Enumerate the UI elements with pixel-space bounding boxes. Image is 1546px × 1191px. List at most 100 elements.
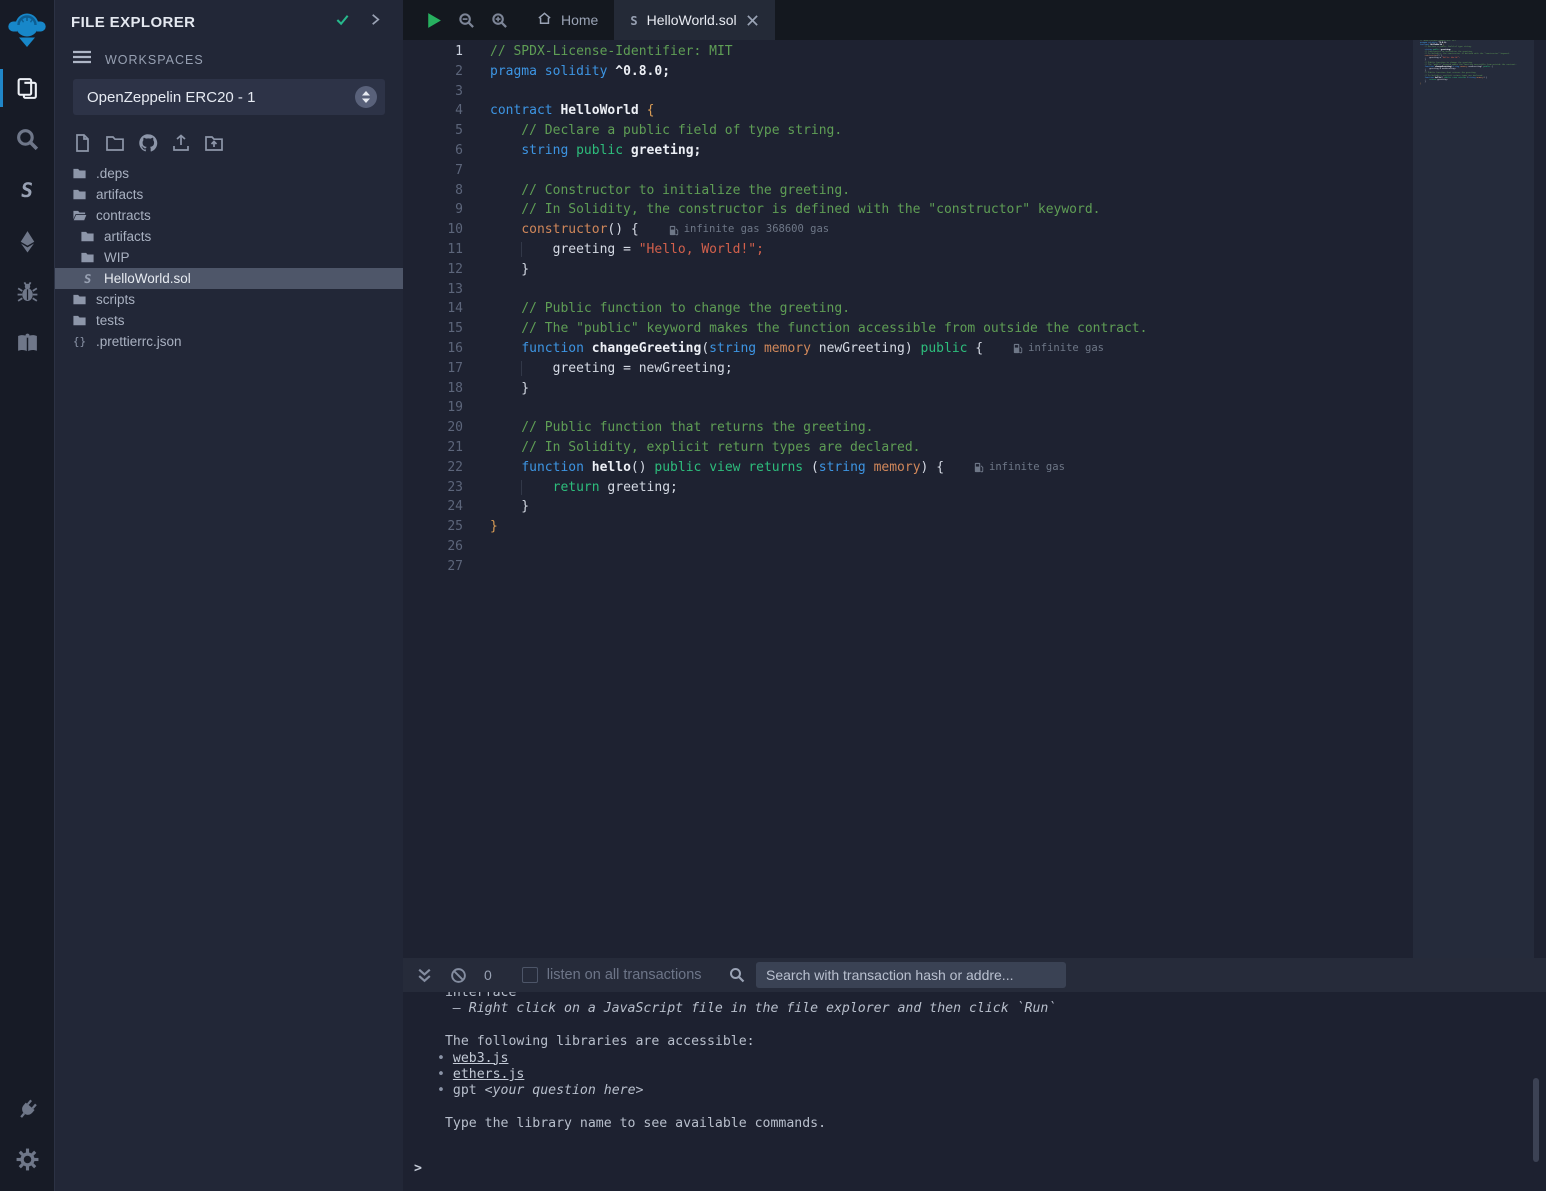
code-line[interactable]: 22 function hello() public view returns … [403, 458, 1546, 478]
code-line[interactable]: 2pragma solidity ^0.8.0; [403, 62, 1546, 82]
minimap[interactable]: // SPDX-License-Identifier: MITpragma so… [1413, 40, 1546, 958]
line-number: 21 [403, 438, 463, 458]
code-line[interactable]: 8 // Constructor to initialize the greet… [403, 181, 1546, 201]
solidity-glyph: S [630, 14, 637, 28]
code-text: greeting = "Hello, World!"; [1420, 57, 1460, 59]
listen-transactions-checkbox[interactable] [522, 967, 538, 983]
publish-gist-icon[interactable] [171, 133, 191, 153]
code-line[interactable]: 26 [403, 537, 1546, 557]
workspaces-label: WORKSPACES [105, 53, 204, 67]
deploy-run-icon[interactable] [0, 217, 55, 265]
terminal-scrollbar-thumb[interactable] [1533, 1078, 1539, 1162]
new-folder-icon[interactable] [105, 133, 125, 153]
code-line[interactable]: 18 } [403, 379, 1546, 399]
tree-item-artifacts[interactable]: artifacts [55, 184, 403, 205]
line-number: 19 [403, 398, 463, 418]
tree-item-label: .deps [96, 166, 129, 181]
code-line[interactable]: 4contract HelloWorld { [403, 101, 1546, 121]
code-line[interactable]: 13 [403, 280, 1546, 300]
main-area: Home SHelloWorld.sol 1// SPDX-License-Ide… [403, 0, 1546, 1191]
clear-console-icon[interactable] [446, 963, 470, 987]
run-script-button[interactable] [421, 8, 445, 32]
tree-item-label: scripts [96, 292, 135, 307]
code-text: contract HelloWorld { [490, 101, 654, 121]
code-line[interactable]: 3 [403, 82, 1546, 102]
workspace-select[interactable]: OpenZeppelin ERC20 - 1 [73, 79, 385, 115]
code-line[interactable]: 1// SPDX-License-Identifier: MIT [403, 42, 1546, 62]
terminal-prompt[interactable]: > [403, 1161, 1546, 1177]
terminal-link[interactable]: web3.js [453, 1051, 509, 1066]
terminal-line: – Right click on a JavaScript file in th… [437, 1001, 1546, 1017]
minimap-line: } [1420, 83, 1520, 85]
terminal-line: • web3.js [437, 1051, 1546, 1067]
zoom-out-button[interactable] [454, 8, 478, 32]
code-line[interactable]: 19 [403, 398, 1546, 418]
tree-item-label: artifacts [104, 229, 151, 244]
folder-icon [72, 313, 87, 328]
terminal-line: • gpt <your question here> [437, 1083, 1546, 1099]
line-number: 13 [403, 280, 463, 300]
tree-item-contracts[interactable]: contracts [55, 205, 403, 226]
tab-home[interactable]: Home [521, 0, 614, 40]
code-line[interactable]: 14 // Public function to change the gree… [403, 299, 1546, 319]
code-line[interactable]: 25} [403, 517, 1546, 537]
tree-item--prettierrc-json[interactable]: {}.prettierrc.json [55, 331, 403, 352]
tree-item-scripts[interactable]: scripts [55, 289, 403, 310]
code-line[interactable]: 9 // In Solidity, the constructor is def… [403, 200, 1546, 220]
tree-item-artifacts[interactable]: artifacts [55, 226, 403, 247]
tree-item-label: HelloWorld.sol [104, 271, 191, 286]
code-line[interactable]: 23 return greeting; [403, 478, 1546, 498]
line-number: 11 [403, 240, 463, 260]
code-line[interactable]: 7 [403, 161, 1546, 181]
line-number: 3 [403, 82, 463, 102]
workspaces-menu-icon[interactable] [73, 50, 91, 69]
code-line[interactable]: 15 // The "public" keyword makes the fun… [403, 319, 1546, 339]
pending-tx-count: 0 [484, 967, 492, 983]
code-line[interactable]: 20 // Public function that returns the g… [403, 418, 1546, 438]
file-explorer-icon[interactable] [0, 64, 55, 112]
code-line[interactable]: 12 } [403, 260, 1546, 280]
code-line[interactable]: 17 greeting = newGreeting; [403, 359, 1546, 379]
github-icon[interactable] [138, 133, 158, 153]
terminal-link[interactable]: ethers.js [453, 1067, 524, 1082]
tab-label: Home [561, 12, 598, 28]
tree-item--deps[interactable]: .deps [55, 163, 403, 184]
zoom-in-button[interactable] [487, 8, 511, 32]
code-line[interactable]: 16 function changeGreeting(string memory… [403, 339, 1546, 359]
new-file-icon[interactable] [72, 133, 92, 153]
code-line[interactable]: 11 greeting = "Hello, World!"; [403, 240, 1546, 260]
editor-scrollbar[interactable] [1534, 40, 1546, 958]
tree-item-tests[interactable]: tests [55, 310, 403, 331]
accept-check-icon[interactable] [335, 12, 350, 32]
expand-terminal-icon[interactable] [412, 963, 436, 987]
solidity-compiler-icon[interactable]: S [0, 166, 55, 214]
code-text: pragma solidity ^0.8.0; [490, 62, 670, 82]
debugger-icon[interactable] [0, 268, 55, 316]
search-icon[interactable] [0, 115, 55, 163]
code-line[interactable]: 6 string public greeting; [403, 141, 1546, 161]
remix-ide-window: S FILE EXPLORER WORKSPACES OpenZeppelin … [0, 0, 1546, 1191]
collapse-chevron-icon[interactable] [368, 12, 383, 32]
settings-icon[interactable] [0, 1135, 55, 1183]
terminal-panel: 0 listen on all transactions interface –… [403, 958, 1546, 1191]
tree-item-wip[interactable]: WIP [55, 247, 403, 268]
terminal-output[interactable]: interface – Right click on a JavaScript … [403, 992, 1546, 1191]
workspace-switch-icon[interactable] [355, 86, 377, 108]
code-line[interactable]: 24 } [403, 497, 1546, 517]
plugin-manager-icon[interactable] [0, 1085, 55, 1133]
load-folder-icon[interactable] [204, 133, 224, 153]
terminal-search-input[interactable] [756, 962, 1066, 988]
remix-logo[interactable] [5, 8, 49, 54]
code-line[interactable]: 10 constructor() {infinite gas 368600 ga… [403, 220, 1546, 240]
tab-helloworld-sol[interactable]: SHelloWorld.sol [614, 0, 774, 40]
learneth-icon[interactable] [0, 319, 55, 367]
workspace-name: OpenZeppelin ERC20 - 1 [87, 89, 255, 106]
code-editor[interactable]: 1// SPDX-License-Identifier: MIT2pragma … [403, 40, 1546, 958]
close-tab-icon[interactable] [746, 14, 759, 27]
code-line[interactable]: 27 [403, 557, 1546, 577]
line-number: 15 [403, 319, 463, 339]
code-text: // Public function to change the greetin… [490, 299, 850, 319]
code-line[interactable]: 5 // Declare a public field of type stri… [403, 121, 1546, 141]
tree-item-helloworld-sol[interactable]: SHelloWorld.sol [55, 268, 403, 289]
code-line[interactable]: 21 // In Solidity, explicit return types… [403, 438, 1546, 458]
